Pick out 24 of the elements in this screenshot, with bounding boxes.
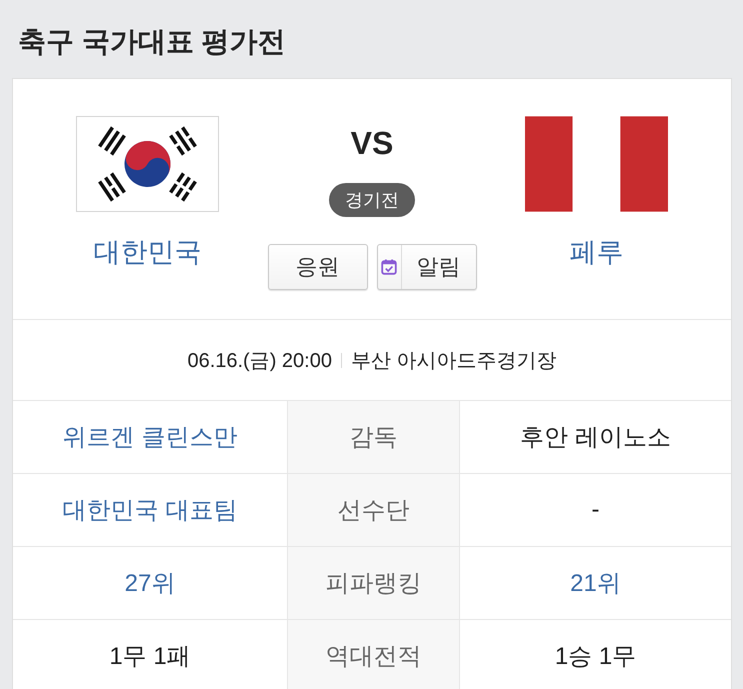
alarm-button[interactable]: 알림: [376, 244, 476, 290]
match-datetime: 06.16.(금) 20:00: [187, 348, 332, 374]
korea-flag-icon: [76, 116, 220, 212]
row-label: 선수단: [287, 474, 460, 546]
team-name[interactable]: 페루: [569, 235, 624, 269]
table-cell-text: 후안 레이노소: [519, 423, 672, 453]
table-cell[interactable]: 위르겐 클린스만: [13, 401, 287, 473]
status-badge: 경기전: [329, 183, 415, 217]
vs-label: VS: [350, 124, 394, 162]
table-cell-text: 1무 1패: [108, 642, 192, 672]
calendar-check-icon: [381, 259, 397, 275]
table-cell[interactable]: 21위: [460, 547, 731, 619]
row-label: 감독: [287, 401, 460, 473]
venue-name: 부산 아시아드주경기장: [350, 348, 557, 374]
table-cell-text: 1승 1무: [554, 642, 638, 672]
page-title: 축구 국가대표 평가전: [18, 25, 286, 59]
table-cell[interactable]: 대한민국 대표팀: [13, 474, 287, 546]
team-name[interactable]: 대한민국: [94, 235, 202, 269]
table-cell-text: -: [590, 495, 600, 525]
peru-flag-icon: [524, 116, 668, 212]
cheer-button[interactable]: 응원: [268, 244, 368, 290]
row-label: 역대전적: [287, 620, 460, 689]
row-label: 피파랭킹: [287, 547, 460, 619]
table-cell[interactable]: 27위: [13, 547, 287, 619]
